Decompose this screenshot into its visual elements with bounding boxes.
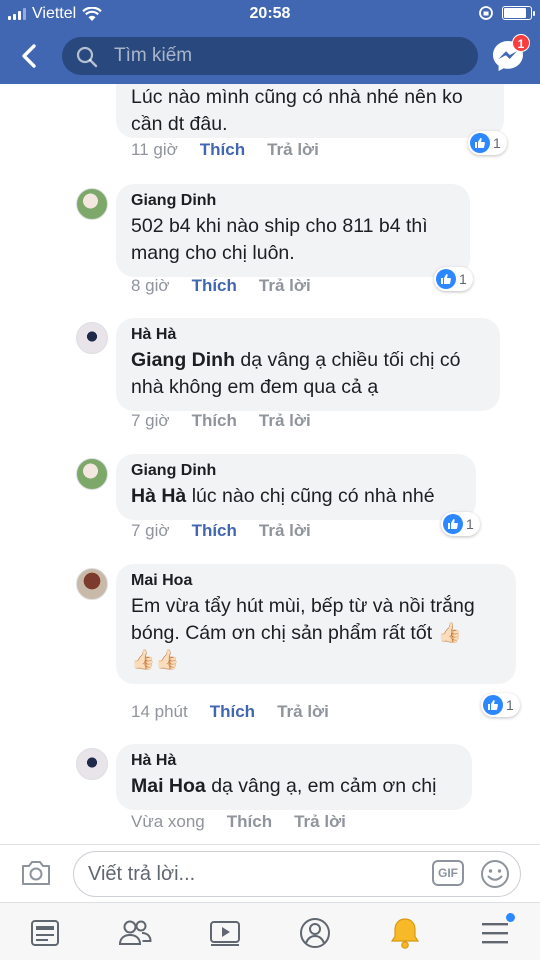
comment-meta: Vừa xong Thích Trả lời: [131, 812, 346, 832]
comment-text: 502 b4 khi nào ship cho 811 b4 thì mang …: [131, 215, 428, 264]
camera-button[interactable]: [20, 859, 52, 892]
comment-text: dạ vâng ạ, em cảm ơn chị: [211, 775, 437, 797]
comment-author[interactable]: Hà Hà: [131, 752, 456, 770]
reaction-number: 1: [466, 516, 474, 532]
camera-icon: [22, 861, 50, 885]
comment-meta: 7 giờ Thích Trả lời: [131, 521, 311, 541]
avatar[interactable]: [76, 322, 108, 354]
reaction-number: 1: [459, 271, 467, 287]
orientation-lock-icon: [479, 6, 493, 20]
reaction-count[interactable]: 1: [441, 512, 480, 536]
menu-notification-dot: [506, 913, 515, 922]
thumbs-up-icon: [436, 269, 456, 289]
mention-link[interactable]: Mai Hoa: [131, 775, 206, 797]
comment-bubble[interactable]: Mai Hoa Em vừa tẩy hút mùi, bếp từ và nồ…: [116, 564, 516, 684]
comment-author[interactable]: Hà Hà: [131, 326, 484, 344]
search-icon: [76, 46, 98, 68]
tab-notifications[interactable]: [385, 913, 425, 953]
like-button[interactable]: Thích: [200, 140, 245, 160]
reaction-count[interactable]: 1: [468, 131, 507, 155]
comment-text: Em vừa tẩy hút mùi, bếp từ và nồi trắng …: [131, 595, 475, 644]
avatar[interactable]: [76, 188, 108, 220]
menu-icon: [482, 923, 508, 944]
reaction-number: 1: [493, 135, 501, 151]
thumbs-up-icon: [483, 695, 503, 715]
tab-watch[interactable]: [205, 913, 245, 953]
comment-author[interactable]: Giang Dinh: [131, 462, 460, 480]
like-button[interactable]: Thích: [192, 276, 237, 296]
comment-meta: 11 giờ Thích Trả lời: [131, 140, 319, 160]
bottom-tab-bar: [0, 902, 540, 960]
clock: 20:58: [249, 5, 291, 22]
like-button[interactable]: Thích: [210, 702, 255, 722]
like-button[interactable]: Thích: [192, 521, 237, 541]
avatar[interactable]: [76, 748, 108, 780]
status-bar: Viettel 20:58: [0, 0, 540, 28]
avatar[interactable]: [76, 458, 108, 490]
profile-icon: [300, 918, 330, 948]
comment-list[interactable]: Lúc nào mình cũng có nhà nhé nên ko cần …: [0, 84, 540, 844]
reply-field[interactable]: GIF: [73, 851, 521, 897]
comment-meta: 14 phút Thích Trả lời: [131, 702, 329, 722]
comment-bubble[interactable]: Giang Dinh 502 b4 khi nào ship cho 811 b…: [116, 184, 470, 277]
comment-author[interactable]: Giang Dinh: [131, 192, 454, 210]
comment-time: 14 phút: [131, 702, 188, 721]
messenger-badge: 1: [512, 34, 530, 52]
gif-button[interactable]: GIF: [432, 860, 464, 886]
comment-text-emoji: 👍🏻👍🏻: [131, 649, 180, 671]
mention-link[interactable]: Hà Hà: [131, 485, 186, 507]
reply-button[interactable]: Trả lời: [259, 411, 311, 431]
reply-button[interactable]: Trả lời: [277, 702, 329, 722]
comment-meta: 7 giờ Thích Trả lời: [131, 411, 311, 431]
comment-text: Lúc nào mình cũng có nhà nhé nên ko cần …: [131, 86, 463, 135]
news-feed-icon: [31, 920, 59, 946]
tab-news-feed[interactable]: [25, 913, 65, 953]
top-navigation-bar: 1: [0, 28, 540, 84]
comment-author[interactable]: Mai Hoa: [131, 572, 500, 590]
comment-time: Vừa xong: [131, 812, 205, 831]
comment-bubble[interactable]: Hà Hà Mai Hoa dạ vâng ạ, em cảm ơn chị: [116, 744, 472, 810]
reply-button[interactable]: Trả lời: [259, 276, 311, 296]
thumbs-up-icon: [470, 133, 490, 153]
mention-link[interactable]: Giang Dinh: [131, 349, 235, 371]
battery-icon: [502, 6, 535, 20]
smiley-icon: [481, 860, 509, 888]
reply-button[interactable]: Trả lời: [267, 140, 319, 160]
friends-icon: [118, 920, 152, 945]
thumbs-up-icon: [443, 514, 463, 534]
sticker-button[interactable]: [479, 858, 511, 895]
like-button[interactable]: Thích: [227, 812, 272, 832]
reply-composer: GIF: [0, 844, 540, 902]
back-button[interactable]: [14, 40, 46, 72]
tab-friends[interactable]: [115, 913, 155, 953]
search-input[interactable]: [114, 37, 464, 75]
chevron-left-icon: [22, 44, 36, 68]
avatar[interactable]: [76, 568, 108, 600]
comment-meta: 8 giờ Thích Trả lời: [131, 276, 311, 296]
like-button[interactable]: Thích: [192, 411, 237, 431]
search-bar[interactable]: [62, 37, 478, 75]
reply-button[interactable]: Trả lời: [294, 812, 346, 832]
comment-bubble[interactable]: Lúc nào mình cũng có nhà nhé nên ko cần …: [116, 84, 504, 138]
comment-bubble[interactable]: Hà Hà Giang Dinh dạ vâng ạ chiều tối chị…: [116, 318, 500, 411]
reaction-number: 1: [506, 697, 514, 713]
comment-time: 7 giờ: [131, 411, 170, 430]
tab-profile[interactable]: [295, 913, 335, 953]
comment-text: lúc nào chị cũng có nhà nhé: [191, 485, 435, 507]
comment-time: 11 giờ: [131, 140, 178, 159]
reply-input[interactable]: [88, 852, 418, 896]
bell-icon: [390, 918, 420, 949]
watch-icon: [210, 921, 240, 946]
comment-time: 8 giờ: [131, 276, 170, 295]
battery-fill: [504, 8, 526, 18]
comment-bubble[interactable]: Giang Dinh Hà Hà lúc nào chị cũng có nhà…: [116, 454, 476, 520]
comment-time: 7 giờ: [131, 521, 170, 540]
reaction-count[interactable]: 1: [434, 267, 473, 291]
reply-button[interactable]: Trả lời: [259, 521, 311, 541]
reaction-count[interactable]: 1: [481, 693, 520, 717]
